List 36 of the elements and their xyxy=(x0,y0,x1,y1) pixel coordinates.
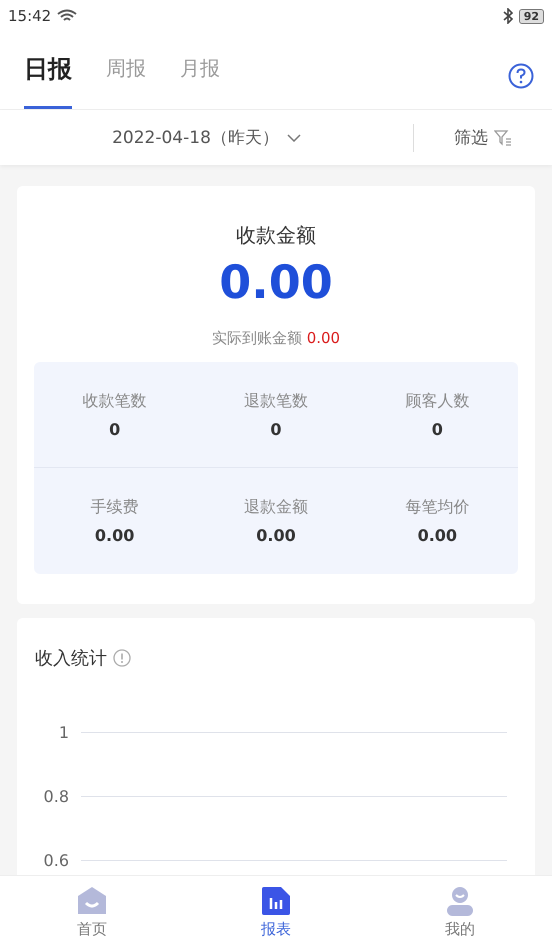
report-tab[interactable]: 月报 xyxy=(180,39,220,109)
actual-amount: 实际到账金额 0.00 xyxy=(212,329,340,348)
amount-title: 收款金额 xyxy=(236,222,316,249)
nav-tab[interactable]: 报表 xyxy=(184,876,368,947)
stat-value: 0 xyxy=(109,420,120,438)
stat-label: 收款笔数 xyxy=(82,390,147,412)
stat-value: 0.00 xyxy=(418,526,458,545)
status-time: 15:42 xyxy=(8,7,52,25)
axis-tick: 1 xyxy=(58,722,69,742)
stat-value: 0 xyxy=(432,420,443,438)
stat-label: 手续费 xyxy=(90,497,139,518)
stat-label: 退款笔数 xyxy=(244,390,308,412)
chevron-down-icon xyxy=(286,134,301,142)
axis-tick: 0.8 xyxy=(42,786,69,806)
stat-value: 0.00 xyxy=(256,526,296,545)
axis-tick: 0.6 xyxy=(42,850,69,870)
bluetooth-icon xyxy=(502,8,513,24)
income-title: 收入统计 xyxy=(35,647,107,670)
stat-label: 退款金额 xyxy=(244,497,308,518)
profile-icon xyxy=(446,886,474,916)
home-icon xyxy=(76,886,108,916)
stat-label: 顾客人数 xyxy=(405,390,470,412)
report-icon xyxy=(261,886,291,916)
date-picker[interactable]: 2022-04-18（昨天） xyxy=(0,125,413,150)
stat-label: 每笔均价 xyxy=(405,497,470,518)
nav-tab[interactable]: 首页 xyxy=(0,876,184,947)
wifi-icon xyxy=(57,9,78,23)
amount-value: 0.00 xyxy=(219,255,333,309)
stat-value: 0 xyxy=(270,420,282,438)
filter-icon xyxy=(494,130,512,146)
report-tab[interactable]: 周报 xyxy=(106,39,146,109)
nav-tab[interactable]: 我的 xyxy=(368,876,552,947)
filter-button[interactable]: 筛选 xyxy=(414,125,552,150)
battery-level: 92 xyxy=(518,8,544,24)
help-icon[interactable] xyxy=(508,63,534,89)
stat-value: 0.00 xyxy=(94,526,134,545)
